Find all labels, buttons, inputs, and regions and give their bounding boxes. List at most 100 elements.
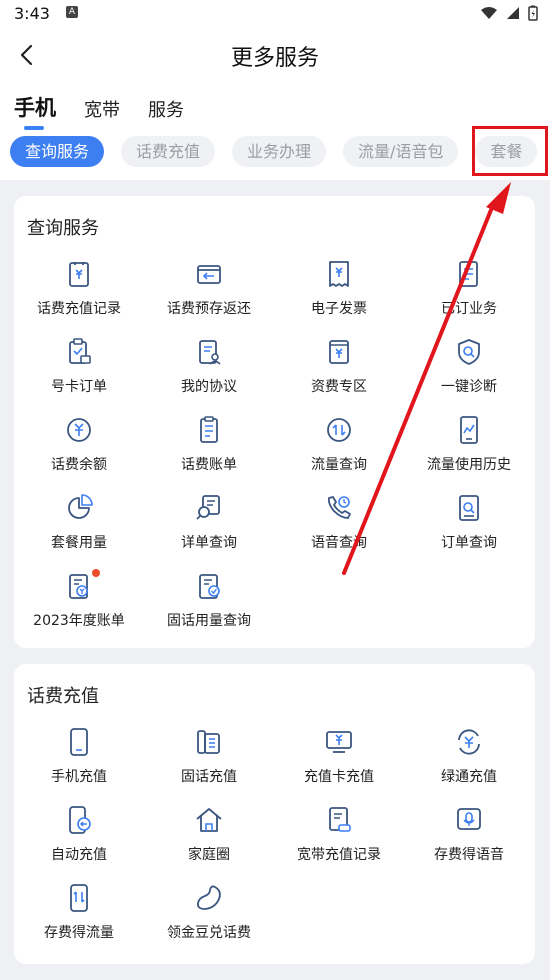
voice-query-item[interactable]: 语音查询 <box>274 488 404 566</box>
chip-data-voice-pack[interactable]: 流量/语音包 <box>343 136 459 167</box>
receipt-yen-icon <box>69 262 89 287</box>
notification-icon: A <box>66 6 78 18</box>
landline-usage-item[interactable]: 固话用量查询 <box>144 566 274 644</box>
top-area: 3:43 A 更多服务 手机 宽带 服务 查询服务 话费充值 业务办理 流量/语… <box>0 0 550 180</box>
shield-search-icon <box>458 339 480 365</box>
page-title: 更多服务 <box>230 46 319 71</box>
landline-recharge-item[interactable]: 固话充值 <box>144 722 274 800</box>
status-time: 3:43 <box>14 4 50 23</box>
item-label: 套餐用量 <box>51 535 107 551</box>
plan-usage-item[interactable]: 套餐用量 <box>14 488 144 566</box>
home-icon <box>196 808 222 832</box>
battery-icon <box>528 5 538 21</box>
prepay-return-item[interactable]: 话费预存返还 <box>144 254 274 332</box>
recharge-record-item[interactable]: 话费充值记录 <box>14 254 144 332</box>
broadband-recharge-record-item[interactable]: 宽带充值记录 <box>274 800 404 878</box>
auto-recharge-item[interactable]: 自动充值 <box>14 800 144 878</box>
notification-dot <box>92 569 100 577</box>
family-circle-item[interactable]: 家庭圈 <box>144 800 274 878</box>
item-label: 号卡订单 <box>51 379 107 395</box>
section-title-recharge: 话费充值 <box>27 686 99 707</box>
section-title-query: 查询服务 <box>27 218 99 239</box>
yen-circle-icon <box>67 418 91 442</box>
deposit-data-item[interactable]: 存费得流量 <box>14 878 144 956</box>
item-label: 话费预存返还 <box>167 301 251 317</box>
mobile-phone-icon <box>70 728 88 756</box>
item-label: 一键诊断 <box>441 379 497 395</box>
recharge-grid: 手机充值 固话充值 充值卡充值 绿通充值 自动充值 家庭圈 宽带充值记录 存费得… <box>14 722 535 956</box>
wifi-icon <box>481 7 497 19</box>
order-query-item[interactable]: 订单查询 <box>404 488 534 566</box>
tab-broadband[interactable]: 宽带 <box>84 96 120 122</box>
item-label: 订单查询 <box>441 535 497 551</box>
broadband-record-icon <box>329 807 351 832</box>
data-query-item[interactable]: 流量查询 <box>274 410 404 488</box>
recharge-card: 话费充值 手机充值 固话充值 充值卡充值 绿通充值 自动充值 家庭圈 宽带充值记 <box>14 664 535 964</box>
phone-recharge-item[interactable]: 手机充值 <box>14 722 144 800</box>
bean-icon <box>196 885 221 910</box>
item-label: 宽带充值记录 <box>297 847 381 863</box>
tab-phone[interactable]: 手机 <box>14 92 56 130</box>
phone-clock-icon <box>327 496 351 519</box>
pie-chart-icon <box>68 494 93 519</box>
highlight-box <box>472 126 548 176</box>
detail-query-item[interactable]: 详单查询 <box>144 488 274 566</box>
balance-item[interactable]: 话费余额 <box>14 410 144 488</box>
item-label: 固话充值 <box>181 769 237 785</box>
item-label: 存费得语音 <box>434 847 504 863</box>
item-label: 话费充值记录 <box>37 301 121 317</box>
chip-business[interactable]: 业务办理 <box>232 136 327 167</box>
order-search-icon <box>459 495 479 521</box>
item-label: 我的协议 <box>181 379 237 395</box>
top-tabs: 手机 宽带 服务 <box>14 92 212 130</box>
document-list-icon <box>459 261 478 287</box>
bill-item[interactable]: 话费账单 <box>144 410 274 488</box>
deposit-voice-item[interactable]: 存费得语音 <box>404 800 534 878</box>
phone-chart-icon <box>460 416 478 444</box>
item-label: 语音查询 <box>311 535 367 551</box>
microphone-icon <box>457 808 481 830</box>
card-recharge-item[interactable]: 充值卡充值 <box>274 722 404 800</box>
query-service-card: 查询服务 话费充值记录 话费预存返还 电子发票 已订业务 号卡订单 我的协议 资 <box>14 196 535 648</box>
one-click-diagnosis-item[interactable]: 一键诊断 <box>404 332 534 410</box>
phone-data-icon <box>70 884 88 912</box>
item-label: 已订业务 <box>441 301 497 317</box>
item-label: 2023年度账单 <box>33 613 125 629</box>
item-label: 存费得流量 <box>44 925 114 941</box>
tariff-zone-item[interactable]: 资费专区 <box>274 332 404 410</box>
invoice-icon <box>329 261 349 287</box>
item-label: 自动充值 <box>51 847 107 863</box>
tab-service[interactable]: 服务 <box>148 96 184 122</box>
my-agreement-item[interactable]: 我的协议 <box>144 332 274 410</box>
category-chips: 查询服务 话费充值 业务办理 流量/语音包 套餐 <box>10 136 538 167</box>
signal-icon <box>507 7 519 19</box>
green-recharge-item[interactable]: 绿通充值 <box>404 722 534 800</box>
item-label: 话费账单 <box>181 457 237 473</box>
card-order-item[interactable]: 号卡订单 <box>14 332 144 410</box>
item-label: 资费专区 <box>311 379 367 395</box>
gold-bean-item[interactable]: 领金豆兑话费 <box>144 878 274 956</box>
data-arrows-icon <box>327 418 351 442</box>
annual-bill-icon <box>69 574 88 599</box>
item-label: 绿通充值 <box>441 769 497 785</box>
header: 更多服务 <box>0 36 550 76</box>
status-bar: 3:43 A <box>0 0 550 28</box>
chip-query-service[interactable]: 查询服务 <box>10 136 105 167</box>
item-label: 流量使用历史 <box>427 457 511 473</box>
chip-recharge[interactable]: 话费充值 <box>121 136 216 167</box>
item-label: 固话用量查询 <box>167 613 251 629</box>
annual-bill-item[interactable]: 2023年度账单 <box>14 566 144 644</box>
clipboard-check-icon <box>69 338 91 364</box>
query-service-grid: 话费充值记录 话费预存返还 电子发票 已订业务 号卡订单 我的协议 资费专区 一… <box>14 254 535 644</box>
document-check-icon <box>199 574 220 599</box>
item-label: 领金豆兑话费 <box>167 925 251 941</box>
e-invoice-item[interactable]: 电子发票 <box>274 254 404 332</box>
data-history-item[interactable]: 流量使用历史 <box>404 410 534 488</box>
item-label: 家庭圈 <box>188 847 230 863</box>
item-label: 话费余额 <box>51 457 107 473</box>
item-label: 电子发票 <box>311 301 367 317</box>
yen-refresh-icon <box>458 729 480 755</box>
wallet-return-icon <box>197 265 221 284</box>
subscribed-business-item[interactable]: 已订业务 <box>404 254 534 332</box>
item-label: 详单查询 <box>181 535 237 551</box>
